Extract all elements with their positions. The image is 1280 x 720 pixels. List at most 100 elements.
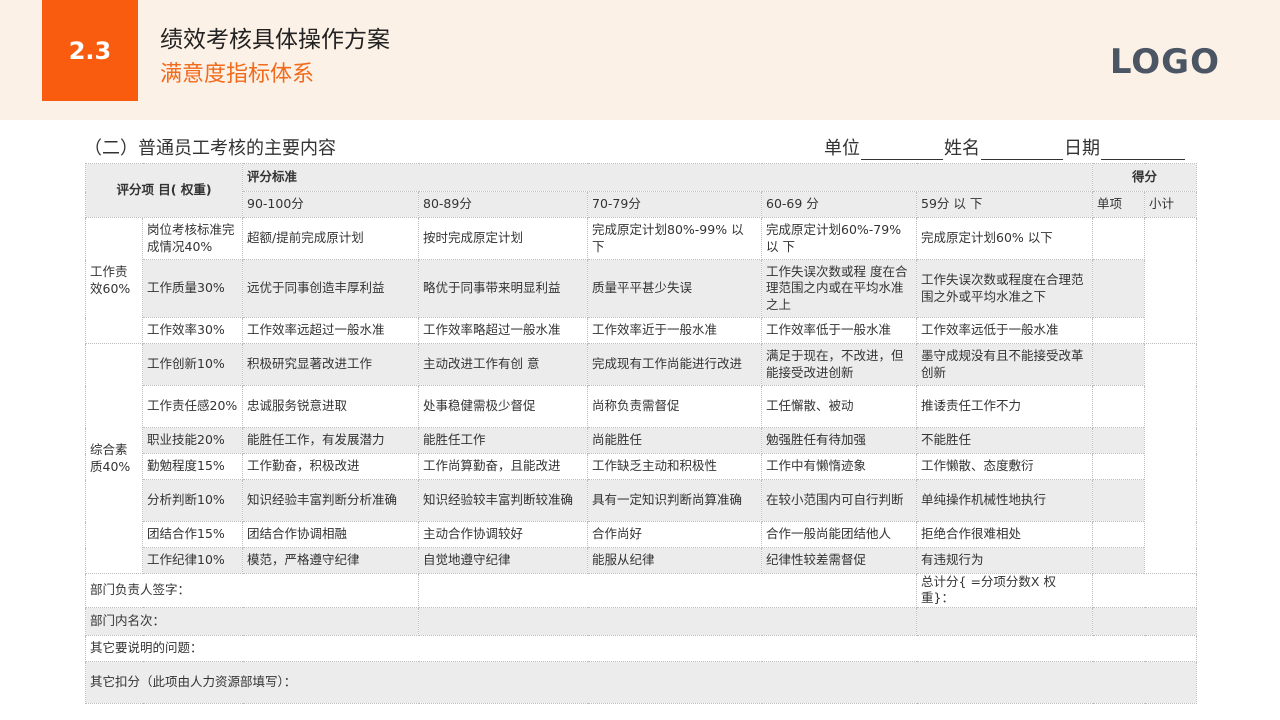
criteria-cell: 工作效率略超过一般水准	[418, 317, 589, 344]
criteria-cell: 单纯操作机械性地执行	[916, 479, 1094, 522]
header-banner: 2.3 绩效考核具体操作方案 满意度指标体系 LOGO	[0, 0, 1280, 120]
band-header: 59分 以 下	[916, 191, 1094, 218]
single-score-cell[interactable]	[1092, 427, 1146, 454]
rank-field[interactable]	[418, 606, 918, 636]
single-score-cell[interactable]	[1092, 317, 1146, 344]
item-cell: 工作效率30%	[141, 317, 244, 344]
item-cell: 工作责任感20%	[141, 385, 244, 428]
single-score-cell[interactable]	[1092, 547, 1146, 574]
criteria-cell: 忠诚服务锐意进取	[242, 385, 420, 428]
item-cell: 工作纪律10%	[141, 547, 244, 574]
single-score-cell[interactable]	[1092, 385, 1146, 428]
name-field[interactable]	[981, 137, 1063, 160]
criteria-cell: 工作中有懒惰迹象	[761, 453, 918, 480]
criteria-cell: 按时完成原定计划	[418, 217, 589, 260]
score-header: 得分	[1092, 163, 1198, 192]
item-cell: 勤勉程度15%	[141, 453, 244, 480]
criteria-cell: 知识经验较丰富判断较准确	[418, 479, 589, 522]
rank-extra[interactable]	[916, 606, 1094, 636]
criteria-cell: 工作失误次数或程 度在合理范围之内或在平均水准之上	[761, 259, 918, 318]
criteria-cell: 能胜任工作	[418, 427, 589, 454]
criteria-cell: 模范，严格遵守纪律	[242, 547, 420, 574]
criteria-cell: 墨守成规没有且不能接受改革创新	[916, 343, 1094, 386]
score-single-header: 单项	[1092, 191, 1146, 218]
criteria-cell: 合作尚好	[587, 521, 763, 548]
sign-label: 部门负责人签字：	[84, 573, 420, 608]
unit-label: 单位	[824, 138, 860, 159]
band-header: 80-89分	[418, 191, 589, 218]
single-score-cell[interactable]	[1092, 453, 1146, 480]
single-score-cell[interactable]	[1092, 259, 1146, 318]
band-header: 70-79分	[587, 191, 763, 218]
rank-label: 部门内名次：	[84, 606, 420, 636]
criteria-cell: 推诿责任工作不力	[916, 385, 1094, 428]
group-name-cell: 综合素质40%	[85, 343, 143, 574]
criteria-cell: 纪律性较差需督促	[761, 547, 918, 574]
page-subtitle: 满意度指标体系	[160, 62, 315, 87]
item-cell: 岗位考核标准完成情况40%	[141, 217, 244, 260]
criteria-cell: 工作缺乏主动和积极性	[587, 453, 763, 480]
section-heading: （二）普通员工考核的主要内容	[84, 138, 336, 159]
criteria-cell: 尚能胜任	[587, 427, 763, 454]
total-label: 总计分{ =分项分数X 权重}：	[916, 573, 1094, 608]
name-label: 姓名	[944, 138, 980, 159]
band-header: 90-100分	[242, 191, 420, 218]
criteria-cell: 工作效率远低于一般水准	[916, 317, 1094, 344]
date-label: 日期	[1064, 138, 1100, 159]
rank-extra-2[interactable]	[1092, 606, 1198, 636]
subtotal-cell[interactable]	[1144, 343, 1198, 574]
criteria-cell: 质量平平甚少失误	[587, 259, 763, 318]
item-header: 评分项 目( 权重)	[84, 163, 244, 218]
criteria-cell: 工作效率远超过一般水准	[242, 317, 420, 344]
criteria-cell: 工作失误次数或程度在合理范围之外或平均水准之下	[916, 259, 1094, 318]
criteria-cell: 具有一定知识判断尚算准确	[587, 479, 763, 522]
item-cell: 职业技能20%	[141, 427, 244, 454]
criteria-cell: 工作效率近于一般水准	[587, 317, 763, 344]
item-cell: 工作质量30%	[141, 259, 244, 318]
criteria-cell: 主动合作协调较好	[418, 521, 589, 548]
criteria-cell: 满足于现在，不改进，但能接受改进创新	[761, 343, 918, 386]
single-score-cell[interactable]	[1092, 217, 1146, 260]
section-number-badge: 2.3	[42, 0, 138, 101]
criteria-cell: 拒绝合作很难相处	[916, 521, 1094, 548]
criteria-cell: 能胜任工作，有发展潜力	[242, 427, 420, 454]
criteria-cell: 知识经验丰富判断分析准确	[242, 479, 420, 522]
criteria-cell: 团结合作协调相融	[242, 521, 420, 548]
sign-field[interactable]	[418, 573, 918, 608]
criteria-cell: 不能胜任	[916, 427, 1094, 454]
deduct-field: 其它扣分（此项由人力资源部填写）：	[84, 660, 1198, 704]
total-field[interactable]	[1092, 573, 1198, 608]
criteria-cell: 完成现有工作尚能进行改进	[587, 343, 763, 386]
notes-field: 其它要说明的问题：	[84, 634, 1198, 662]
criteria-cell: 勉强胜任有待加强	[761, 427, 918, 454]
criteria-cell: 自觉地遵守纪律	[418, 547, 589, 574]
criteria-cell: 工任懈散、被动	[761, 385, 918, 428]
criteria-cell: 超额/提前完成原计划	[242, 217, 420, 260]
criteria-cell: 远优于同事创造丰厚利益	[242, 259, 420, 318]
unit-field[interactable]	[861, 137, 943, 160]
single-score-cell[interactable]	[1092, 479, 1146, 522]
date-field[interactable]	[1101, 137, 1185, 160]
single-score-cell[interactable]	[1092, 521, 1146, 548]
criteria-cell: 积极研究显著改进工作	[242, 343, 420, 386]
single-score-cell[interactable]	[1092, 343, 1146, 386]
criteria-cell: 略优于同事带来明显利益	[418, 259, 589, 318]
band-header: 60-69 分	[761, 191, 918, 218]
criteria-cell: 在较小范围内可自行判断	[761, 479, 918, 522]
criteria-cell: 完成原定计划80%-99% 以 下	[587, 217, 763, 260]
criteria-cell: 完成原定计划60% 以下	[916, 217, 1094, 260]
item-cell: 分析判断10%	[141, 479, 244, 522]
criteria-header: 评分标准	[242, 163, 1094, 192]
criteria-cell: 合作一般尚能团结他人	[761, 521, 918, 548]
item-cell: 工作创新10%	[141, 343, 244, 386]
criteria-cell: 主动改进工作有创 意	[418, 343, 589, 386]
page-title: 绩效考核具体操作方案	[160, 27, 390, 53]
criteria-cell: 工作尚算勤奋，且能改进	[418, 453, 589, 480]
criteria-cell: 尚称负责需督促	[587, 385, 763, 428]
group-name-cell: 工作责效60%	[85, 217, 143, 344]
form-meta-fields: 单位 姓名 日期	[824, 134, 1186, 160]
criteria-cell: 处事稳健需极少督促	[418, 385, 589, 428]
criteria-cell: 工作懒散、态度敷衍	[916, 453, 1094, 480]
subtotal-cell[interactable]	[1144, 217, 1198, 344]
score-subtotal-header: 小计	[1144, 191, 1198, 218]
